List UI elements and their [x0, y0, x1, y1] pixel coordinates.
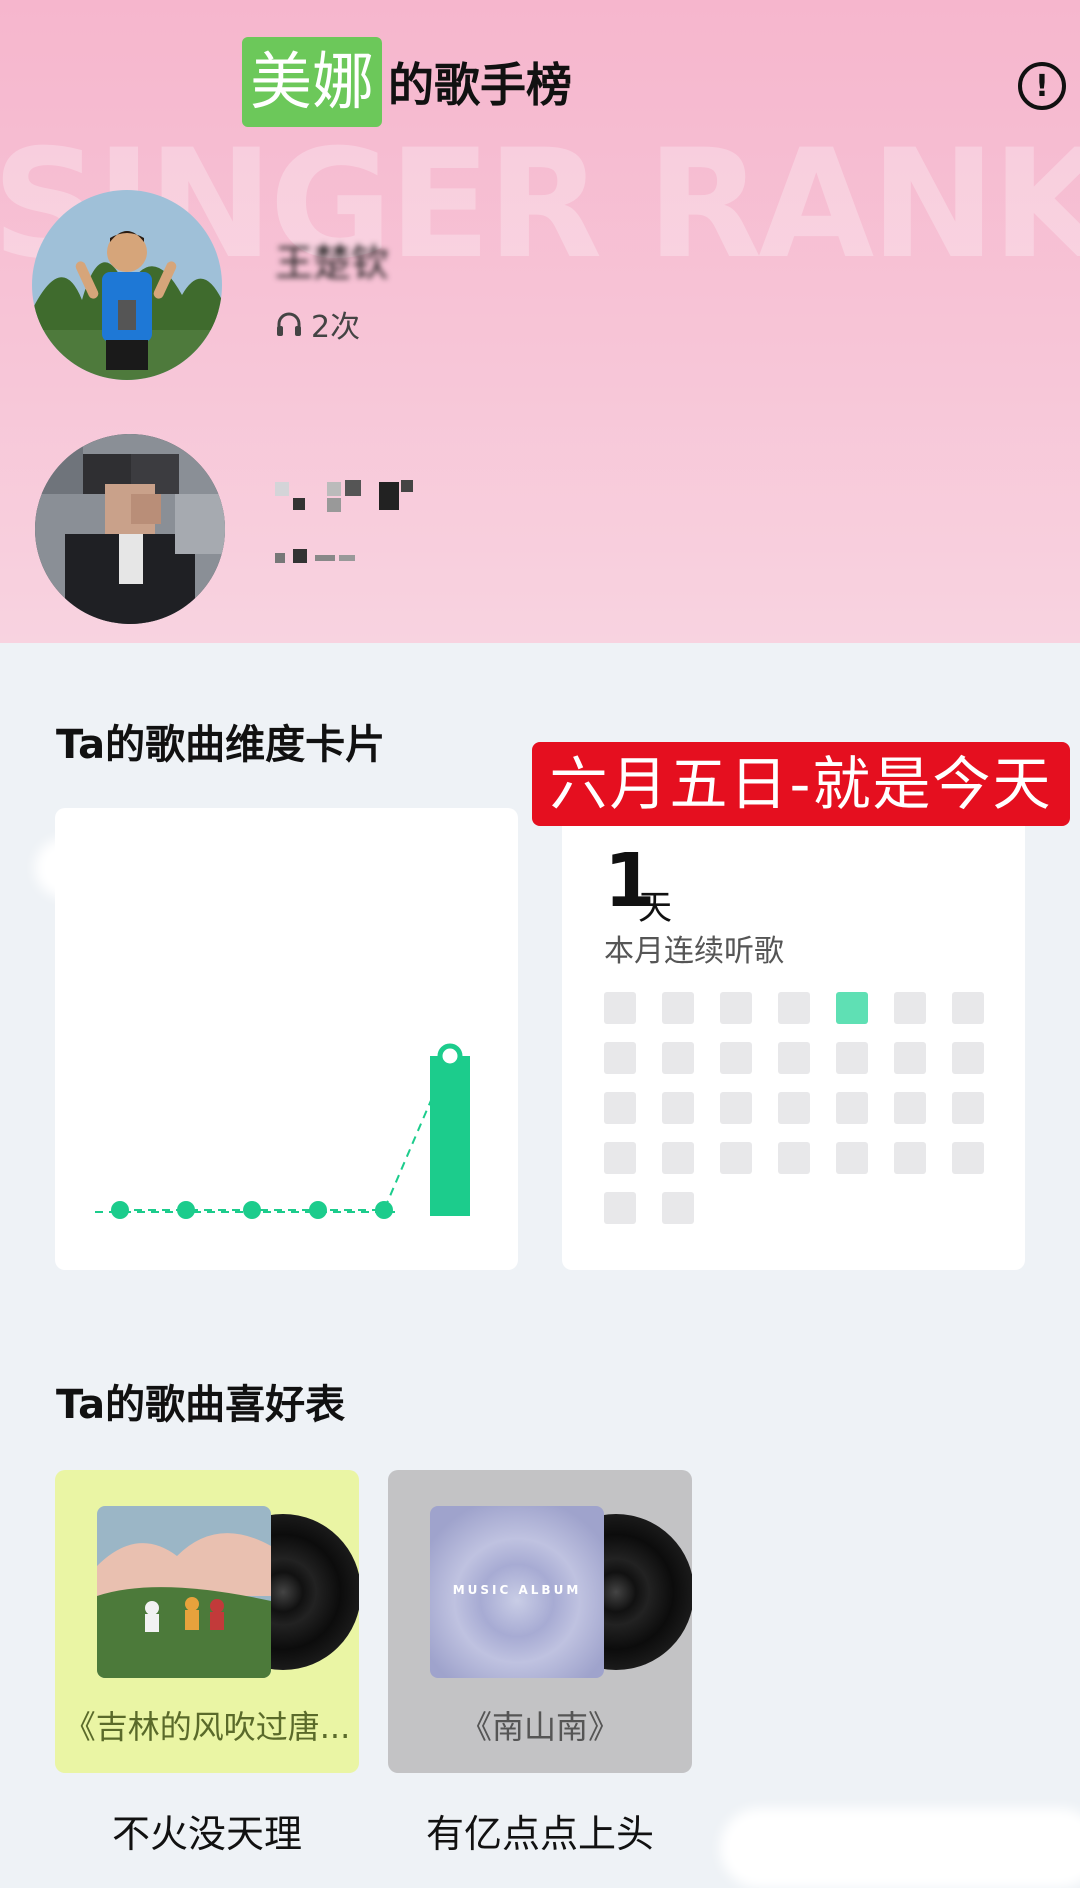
page-title: 美娜 的歌手榜 [242, 37, 572, 127]
singer-2-name[interactable] [275, 476, 415, 529]
trend-point [243, 1201, 261, 1219]
calendar-day [720, 992, 752, 1024]
calendar-day [662, 1192, 694, 1224]
calendar-day [720, 1092, 752, 1124]
trend-point [177, 1201, 195, 1219]
calendar-day [894, 1092, 926, 1124]
calendar-day [894, 1042, 926, 1074]
calendar-day [778, 1042, 810, 1074]
calendar-day [836, 1092, 868, 1124]
section-title-preference: Ta的歌曲喜好表 [56, 1382, 346, 1428]
trend-point-today [437, 1043, 463, 1069]
album-cover-2: MUSIC ALBUM [430, 1506, 604, 1678]
calendar-day [778, 992, 810, 1024]
calendar-day [720, 1042, 752, 1074]
trend-bar-today [430, 1056, 470, 1216]
calendar-day [778, 1142, 810, 1174]
calendar-day [662, 1142, 694, 1174]
redaction-smear [720, 1808, 1080, 1888]
singer-2-plays [275, 545, 365, 569]
trend-line [120, 1055, 451, 1211]
streak-label: 本月连续听歌 [604, 934, 784, 969]
info-icon[interactable]: ! [1018, 62, 1066, 110]
calendar-day [952, 1142, 984, 1174]
section-title-dimension: Ta的歌曲维度卡片 [56, 722, 386, 768]
calendar-day [952, 1092, 984, 1124]
calendar-day [604, 992, 636, 1024]
redaction-smear [35, 838, 125, 898]
trend-point [309, 1201, 327, 1219]
trend-point [375, 1201, 393, 1219]
album-card-2[interactable]: MUSIC ALBUM 《南山南》 [388, 1470, 692, 1773]
calendar-day [836, 1042, 868, 1074]
headphones-icon [277, 312, 301, 336]
calendar-day [604, 1192, 636, 1224]
calendar-day [604, 1142, 636, 1174]
pixelated-play-count [275, 549, 355, 563]
singer-rank-header: SINGER RANK 美娜 的歌手榜 ! 王楚钦 2次 [0, 0, 1080, 643]
calendar-day [894, 1142, 926, 1174]
album-caption-1: 不火没天理 [111, 1812, 302, 1856]
calendar-day [952, 1042, 984, 1074]
album-title-1: 《吉林的风吹过唐... [63, 1708, 351, 1746]
calendar-day [604, 1092, 636, 1124]
pixelated-name [275, 480, 413, 512]
play-count: 2次 [311, 310, 361, 345]
calendar-day [952, 992, 984, 1024]
album-cover-1 [97, 1506, 271, 1678]
title-suffix: 的歌手榜 [388, 58, 573, 112]
album-title-2: 《南山南》 [459, 1708, 620, 1746]
trend-point [111, 1201, 129, 1219]
listening-trend-card[interactable] [35, 808, 518, 1270]
album-card-1[interactable]: 《吉林的风吹过唐... [55, 1470, 359, 1773]
calendar-day [604, 1042, 636, 1074]
title-name-highlight: 美娜 [242, 37, 383, 127]
calendar-day [720, 1142, 752, 1174]
streak-unit: 天 [638, 888, 672, 928]
calendar-day [836, 1142, 868, 1174]
singer-1-name[interactable]: 王楚钦 [275, 232, 389, 287]
avatar-singer-2[interactable] [35, 434, 225, 624]
singer-1-plays: 2次 [275, 302, 360, 346]
calendar-day [662, 1042, 694, 1074]
calendar-day [662, 1092, 694, 1124]
album-caption-2: 有亿点点上头 [425, 1812, 654, 1856]
trend-chart [95, 1043, 470, 1219]
calendar-day [894, 992, 926, 1024]
album-cover-text: MUSIC ALBUM [453, 1583, 582, 1597]
date-banner: 六月五日-就是今天 [532, 742, 1070, 826]
avatar-singer-1[interactable] [32, 190, 222, 380]
calendar-day-active [836, 992, 868, 1024]
calendar-day [778, 1092, 810, 1124]
calendar-day [662, 992, 694, 1024]
